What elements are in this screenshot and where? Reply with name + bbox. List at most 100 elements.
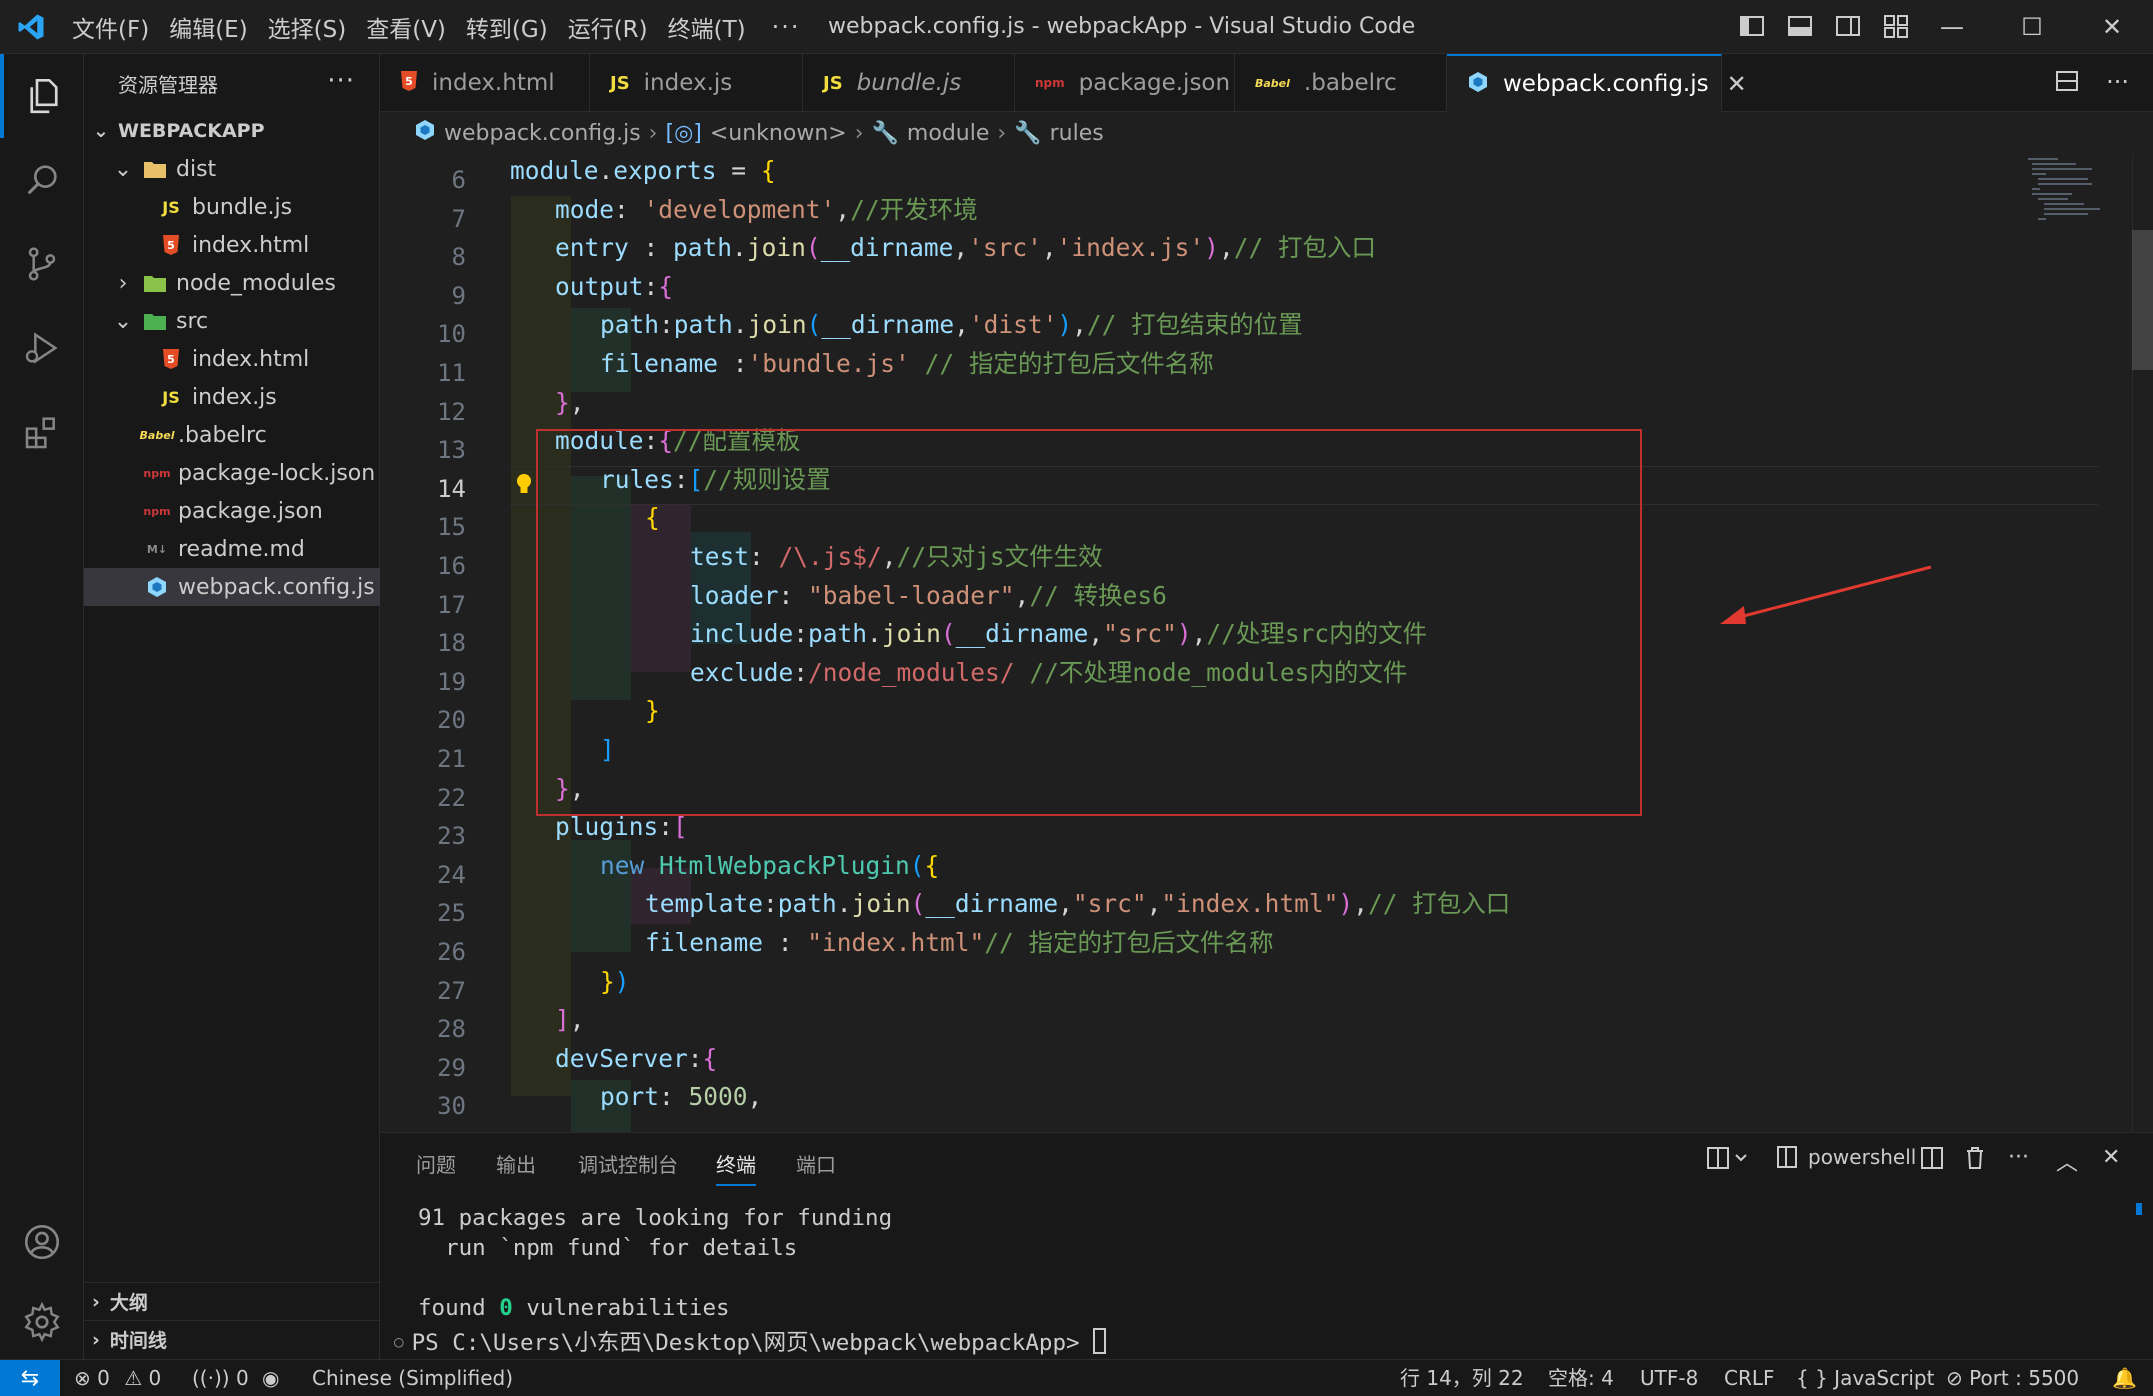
menu-view[interactable]: 查看(V) — [356, 10, 456, 44]
encoding[interactable]: UTF-8 — [1640, 1360, 1698, 1396]
menu-file[interactable]: 文件(F) — [62, 10, 159, 44]
tab-package-json[interactable]: npm package.json — [1015, 54, 1235, 112]
menu-more-button[interactable]: ··· — [756, 13, 817, 41]
menu-go[interactable]: 转到(G) — [456, 10, 558, 44]
tree-item-bundle-js[interactable]: JS bundle.js — [84, 188, 380, 226]
folder-icon — [140, 159, 170, 179]
account-icon[interactable] — [0, 1200, 84, 1284]
tab-webpack-config[interactable]: webpack.config.js ✕ — [1447, 54, 1747, 112]
cursor-position[interactable]: 行 14，列 22 — [1400, 1360, 1524, 1396]
tree-item-src[interactable]: ⌄ src — [84, 302, 380, 340]
live-server-port[interactable]: ⊘ Port : 5500 — [1946, 1360, 2079, 1396]
tab-index-js[interactable]: JS index.js — [590, 54, 803, 112]
minimap[interactable] — [2024, 154, 2132, 224]
panel-more-icon[interactable]: ··· — [2008, 1145, 2029, 1170]
ports-indicator[interactable]: ((·)) 0 — [192, 1360, 249, 1396]
lightbulb-icon[interactable] — [514, 472, 534, 498]
close-tab-icon[interactable]: ✕ — [1727, 70, 1747, 98]
terminal-line: run `npm fund` for details — [418, 1235, 798, 1261]
code-line: filename : "index.html"// 指定的打包后文件名称 — [645, 928, 1274, 957]
line-number: 14 — [437, 474, 466, 503]
code-line: output:{ — [555, 271, 674, 301]
manage-gear-icon[interactable] — [0, 1280, 84, 1364]
chevron-right-icon: › — [118, 270, 128, 296]
maximize-panel-icon[interactable]: ︿ — [2056, 1145, 2078, 1177]
language-pack-indicator[interactable]: Chinese (Simplified) — [312, 1360, 513, 1396]
terminal-shell-selector[interactable]: powershell — [1776, 1145, 1916, 1169]
tree-item-dist-index-html[interactable]: 5 index.html — [84, 226, 380, 264]
npm-file-icon: npm — [143, 466, 171, 480]
npm-file-icon: npm — [143, 504, 171, 518]
annotation-arrow — [1720, 565, 1932, 624]
tree-item-babelrc[interactable]: Babel .babelrc — [84, 416, 380, 454]
line-number: 16 — [437, 552, 466, 580]
breadcrumb: webpack.config.js › [◎] <unknown> › 🔧 mo… — [380, 112, 2153, 154]
tab-ports[interactable]: 端口 — [796, 1149, 836, 1178]
toggle-secondary-sidebar-icon[interactable] — [1834, 12, 1862, 40]
tree-item-src-index-html[interactable]: 5 index.html — [84, 340, 380, 378]
close-window-button[interactable]: ✕ — [2072, 0, 2152, 54]
timeline-section[interactable]: › 时间线 — [84, 1320, 380, 1358]
editor-scrollbar-thumb[interactable] — [2132, 230, 2153, 370]
line-number: 27 — [437, 976, 466, 1005]
problems-indicator[interactable]: ⊗ 0 ⚠ 0 — [74, 1360, 161, 1396]
vscode-logo-icon — [0, 0, 62, 54]
breadcrumb-file[interactable]: webpack.config.js — [444, 121, 641, 146]
tree-item-package-json[interactable]: npm package.json — [84, 492, 380, 530]
workspace-root[interactable]: ⌄ WEBPACKAPP — [84, 112, 380, 150]
terminal-panel: 问题 输出 调试控制台 终端 端口 powershell ··· ︿ ✕ 91 … — [380, 1132, 2153, 1359]
close-panel-icon[interactable]: ✕ — [2102, 1145, 2120, 1170]
tab-index-html[interactable]: 5 index.html — [380, 54, 590, 112]
new-terminal-split-icon[interactable] — [1706, 1145, 1750, 1177]
breadcrumb-module[interactable]: module — [907, 121, 989, 146]
customize-layout-icon[interactable] — [1882, 12, 1910, 40]
toggle-panel-icon[interactable] — [1786, 12, 1814, 40]
source-control-icon[interactable] — [0, 222, 84, 306]
toggle-primary-sidebar-icon[interactable] — [1738, 12, 1766, 40]
tree-item-node-modules[interactable]: › node_modules — [84, 264, 380, 302]
editor-more-icon[interactable]: ··· — [2106, 68, 2129, 100]
tab-debug-console[interactable]: 调试控制台 — [578, 1149, 678, 1178]
search-icon[interactable] — [0, 138, 84, 222]
extensions-icon[interactable] — [0, 390, 84, 474]
outline-section[interactable]: › 大纲 — [84, 1282, 380, 1320]
tab-output[interactable]: 输出 — [496, 1149, 536, 1178]
code-line: mode: 'development',//开发环境 — [555, 194, 978, 224]
tree-item-src-index-js[interactable]: JS index.js — [84, 378, 380, 416]
line-ending[interactable]: CRLF — [1724, 1360, 1775, 1396]
menu-edit[interactable]: 编辑(E) — [159, 10, 257, 44]
language-mode[interactable]: { } JavaScript — [1796, 1360, 1934, 1396]
run-debug-icon[interactable] — [0, 306, 84, 390]
eye-icon[interactable]: ◉ — [262, 1360, 279, 1396]
split-editor-icon[interactable] — [2054, 68, 2080, 100]
tab-babelrc[interactable]: Babel .babelrc — [1235, 54, 1447, 112]
tab-terminal[interactable]: 终端 — [716, 1149, 756, 1186]
breadcrumb-rules[interactable]: rules — [1050, 121, 1104, 146]
line-number: 20 — [437, 706, 466, 735]
maximize-button[interactable]: ☐ — [1992, 0, 2072, 54]
menu-selection[interactable]: 选择(S) — [258, 10, 357, 44]
indentation[interactable]: 空格: 4 — [1548, 1360, 1614, 1396]
notifications-bell-icon[interactable]: 🔔 — [2112, 1360, 2137, 1396]
chevron-right-icon: › — [997, 120, 1007, 146]
remote-indicator-icon[interactable]: ⇆ — [0, 1360, 60, 1396]
minimize-button[interactable]: — — [1912, 0, 1992, 54]
breadcrumb-unknown[interactable]: <unknown> — [710, 121, 847, 146]
markdown-file-icon: M↓ — [146, 542, 168, 556]
line-number: 22 — [437, 783, 466, 812]
terminal-prompt[interactable]: ○ PS C:\Users\小东西\Desktop\网页\webpack\web… — [394, 1325, 1107, 1357]
tree-item-dist[interactable]: ⌄ dist — [84, 150, 380, 188]
explorer-more-button[interactable]: ··· — [327, 66, 355, 96]
tree-item-package-lock[interactable]: npm package-lock.json — [84, 454, 380, 492]
chevron-right-icon: › — [854, 120, 864, 146]
split-terminal-icon[interactable] — [1920, 1145, 1944, 1177]
tree-item-readme[interactable]: M↓ readme.md — [84, 530, 380, 568]
tab-bundle-js[interactable]: JS bundle.js — [803, 54, 1015, 112]
menu-run[interactable]: 运行(R) — [558, 10, 658, 44]
explorer-icon[interactable] — [0, 54, 84, 138]
menu-terminal[interactable]: 终端(T) — [658, 10, 756, 44]
kill-terminal-icon[interactable] — [1964, 1145, 1986, 1177]
babel-file-icon: Babel — [139, 428, 175, 442]
tab-problems[interactable]: 问题 — [416, 1149, 456, 1178]
tree-item-webpack-config[interactable]: webpack.config.js — [84, 568, 380, 606]
